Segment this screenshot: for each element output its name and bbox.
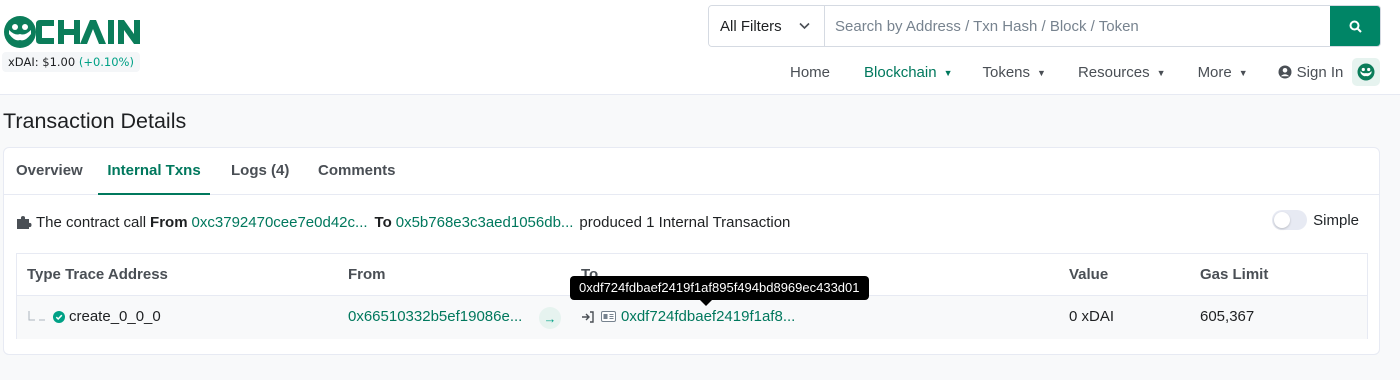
nav-tokens[interactable]: Tokens ▼: [982, 64, 1045, 81]
row-value: 0 xDAI: [1069, 308, 1115, 325]
tab-internal-txns-label: Internal Txns: [107, 162, 201, 179]
sign-in-arrow-icon: [582, 310, 594, 323]
nav-resources-label: Resources: [1077, 63, 1150, 81]
gas-limit-cell: 605,367: [1200, 308, 1254, 325]
row-gas-limit: 605,367: [1200, 308, 1255, 325]
toggle-knob: [1274, 212, 1291, 228]
page-title: Transaction Details: [3, 109, 187, 133]
simple-toggle-group: Simple: [1272, 210, 1359, 230]
nav-blockchain-label: Blockchain: [864, 63, 937, 81]
tab-comments-label: Comments: [318, 162, 396, 179]
nav-blockchain[interactable]: Blockchain ▼: [864, 64, 952, 81]
summary-suffix: produced 1 Internal Transaction: [579, 213, 791, 231]
nav-home[interactable]: Home: [790, 64, 830, 81]
gnosis-chain-logo[interactable]: [2, 12, 162, 52]
header-from: From: [348, 266, 386, 283]
value-cell: 0 xDAI: [1069, 308, 1114, 325]
simple-toggle-label: Simple: [1313, 211, 1359, 229]
header-type-trace: Type Trace Address: [27, 266, 168, 283]
summary-prefix: The contract call: [36, 213, 147, 231]
nav-more[interactable]: More ▼: [1198, 64, 1248, 81]
caret-down-icon: ▼: [1156, 68, 1166, 78]
nav-resources[interactable]: Resources ▼: [1078, 64, 1166, 81]
price-label: xDAI: $1.00: [8, 55, 76, 69]
price-change: (+0.10%): [78, 55, 134, 69]
user-circle-icon: [1278, 65, 1292, 79]
transaction-card: Overview Internal Txns Logs (4) Comments…: [3, 147, 1380, 355]
tab-comments[interactable]: Comments: [318, 148, 396, 195]
contract-icon: [601, 311, 616, 322]
tab-logs[interactable]: Logs (4): [231, 148, 289, 195]
search-icon: [1349, 20, 1362, 33]
from-address-link[interactable]: 0xc3792470cee7e0d42c...: [192, 214, 368, 231]
to-cell: 0xdf724fdbaef2419f1af8...: [581, 308, 795, 325]
row-to-address-link[interactable]: 0xdf724fdbaef2419f1af8...: [621, 308, 795, 325]
chevron-down-icon: [799, 22, 810, 30]
trace-cell: create_0_0_0: [27, 308, 161, 325]
tab-internal-txns[interactable]: Internal Txns: [98, 148, 210, 195]
to-address-link[interactable]: 0x5b768e3c3aed1056db...: [396, 214, 574, 231]
tab-logs-label: Logs (4): [231, 162, 290, 179]
summary-from-label: From: [150, 213, 188, 231]
check-circle-icon: [53, 310, 65, 323]
header-gas-limit: Gas Limit: [1200, 266, 1269, 283]
tree-branch-icon: [28, 310, 45, 320]
header-value: Value: [1069, 266, 1109, 283]
arrow-right-icon: →: [539, 307, 561, 329]
search-group: All Filters: [708, 5, 1381, 47]
tab-bar: Overview Internal Txns Logs (4) Comments: [4, 148, 1379, 195]
trace-label: create_0_0_0: [69, 308, 161, 325]
gnosis-network-icon: [1357, 63, 1375, 81]
nav-home-label: Home: [790, 63, 831, 81]
simple-toggle[interactable]: [1272, 210, 1308, 230]
row-from-address-link[interactable]: 0x66510332b5ef19086e...: [348, 308, 522, 325]
search-button[interactable]: [1330, 6, 1380, 46]
sign-in-link[interactable]: Sign In: [1278, 63, 1344, 81]
network-switcher[interactable]: [1352, 58, 1380, 86]
nav-tokens-label: Tokens: [982, 63, 1031, 81]
from-cell: 0x66510332b5ef19086e...: [348, 308, 522, 325]
tab-overview-label: Overview: [16, 162, 83, 179]
sign-in-label: Sign In: [1296, 63, 1344, 81]
caret-down-icon: ▼: [1238, 68, 1248, 78]
caret-down-icon: ▼: [943, 68, 953, 78]
site-header: xDAI: $1.00 (+0.10%) All Filters Home Bl…: [0, 0, 1400, 95]
summary-to-label: To: [374, 213, 392, 231]
nav-more-label: More: [1197, 63, 1232, 81]
main-nav: Home Blockchain ▼ Tokens ▼ Resources ▼ M…: [790, 60, 1343, 84]
puzzle-icon: [17, 215, 32, 229]
table-row: create_0_0_0 0x66510332b5ef19086e... → 0…: [17, 296, 1367, 339]
filter-select[interactable]: All Filters: [709, 6, 825, 46]
price-pill: xDAI: $1.00 (+0.10%): [2, 52, 140, 72]
caret-down-icon: ▼: [1037, 68, 1046, 78]
filter-select-label: All Filters: [720, 17, 782, 35]
search-input[interactable]: [825, 6, 1330, 46]
tab-overview[interactable]: Overview: [16, 148, 83, 195]
address-tooltip: 0xdf724fdbaef2419f1af895f494bd8969ec433d…: [570, 276, 869, 306]
internal-txn-summary: The contract call From 0xc3792470cee7e0d…: [16, 211, 790, 233]
